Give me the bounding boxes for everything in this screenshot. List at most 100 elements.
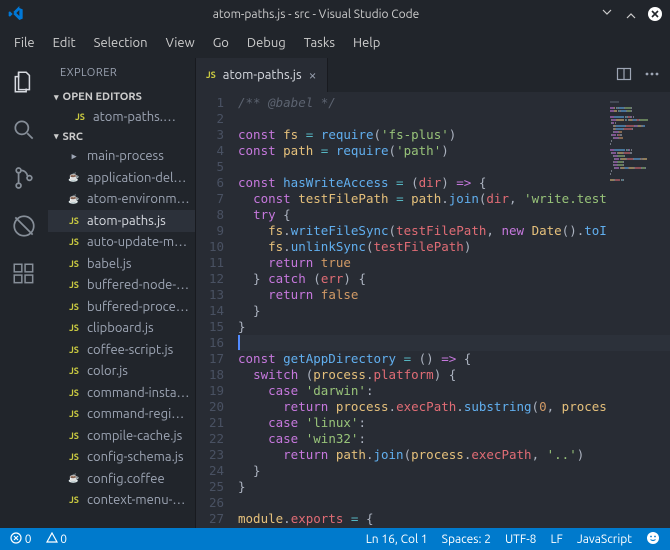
- file-label: command-insta…: [87, 386, 189, 400]
- close-button[interactable]: [648, 7, 662, 21]
- split-editor-icon[interactable]: [616, 66, 632, 85]
- file-label: babel.js: [87, 257, 132, 271]
- js-file-icon: JS: [66, 280, 82, 290]
- file-tree-item[interactable]: JS clipboard.js: [48, 318, 195, 340]
- file-label: buffered-node-…: [87, 278, 189, 292]
- file-tree-item[interactable]: JS config-schema.js: [48, 447, 195, 469]
- editor-tab[interactable]: JS atom-paths.js ×: [196, 58, 328, 92]
- file-label: atom-paths.js: [87, 214, 166, 228]
- file-label: config.coffee: [87, 472, 165, 486]
- js-file-icon: JS: [72, 112, 88, 122]
- feedback-icon[interactable]: [646, 531, 660, 548]
- file-label: application-del…: [87, 171, 186, 185]
- tab-label: atom-paths.js: [223, 68, 302, 82]
- file-label: config-schema.js: [87, 450, 184, 464]
- vscode-logo-icon: [8, 6, 24, 22]
- encoding[interactable]: UTF-8: [505, 533, 536, 546]
- menu-tasks[interactable]: Tasks: [296, 32, 343, 54]
- search-icon[interactable]: [10, 116, 38, 144]
- chevron-down-icon: ▾: [54, 131, 59, 142]
- file-label: atom-environm…: [87, 192, 190, 206]
- open-editors-section[interactable]: ▾OPEN EDITORS: [48, 88, 195, 106]
- titlebar: atom-paths.js - src - Visual Studio Code: [0, 0, 670, 28]
- sidebar: EXPLORER ▾OPEN EDITORS JS atom-paths.… ▾…: [48, 58, 196, 528]
- js-file-icon: JS: [66, 409, 82, 419]
- file-tree-item[interactable]: JS auto-update-m…: [48, 232, 195, 254]
- file-label: context-menu-…: [87, 493, 185, 507]
- language-mode[interactable]: JavaScript: [577, 533, 632, 546]
- menu-file[interactable]: File: [6, 32, 43, 54]
- menu-go[interactable]: Go: [205, 32, 237, 54]
- tab-bar: JS atom-paths.js ×: [196, 58, 670, 92]
- editor[interactable]: 1234567891011121314151617181920212223242…: [196, 92, 670, 528]
- file-label: main-process: [87, 149, 164, 163]
- js-file-icon: JS: [66, 237, 82, 247]
- explorer-icon[interactable]: [10, 68, 38, 96]
- js-file-icon: JS: [66, 323, 82, 333]
- file-label: color.js: [87, 364, 128, 378]
- js-file-icon: JS: [66, 259, 82, 269]
- file-label: compile-cache.js: [87, 429, 182, 443]
- file-tree-item[interactable]: JS coffee-script.js: [48, 339, 195, 361]
- warnings-indicator[interactable]: 0: [46, 532, 68, 546]
- source-control-icon[interactable]: [10, 164, 38, 192]
- minimize-button[interactable]: [600, 7, 614, 21]
- js-file-icon: JS: [66, 431, 82, 441]
- file-tree-item[interactable]: JS buffered-proce…: [48, 296, 195, 318]
- errors-indicator[interactable]: 0: [10, 532, 32, 546]
- js-file-icon: JS: [206, 70, 216, 80]
- debug-icon[interactable]: [10, 212, 38, 240]
- file-label: auto-update-m…: [87, 235, 187, 249]
- menu-help[interactable]: Help: [345, 32, 388, 54]
- file-tree-item[interactable]: JS buffered-node-…: [48, 275, 195, 297]
- menu-debug[interactable]: Debug: [239, 32, 294, 54]
- close-tab-icon[interactable]: ×: [309, 67, 317, 83]
- folder-icon: ▸: [66, 151, 82, 162]
- file-tree-item[interactable]: JS atom-paths.js: [48, 210, 195, 232]
- js-file-icon: JS: [66, 302, 82, 312]
- menu-view[interactable]: View: [158, 32, 203, 54]
- file-tree-item[interactable]: ▸ main-process: [48, 146, 195, 168]
- file-label: atom-paths.…: [93, 110, 176, 124]
- indentation[interactable]: Spaces: 2: [442, 533, 491, 546]
- line-numbers: 1234567891011121314151617181920212223242…: [196, 92, 238, 528]
- file-tree-item[interactable]: ☕ application-del…: [48, 167, 195, 189]
- menu-selection[interactable]: Selection: [86, 32, 156, 54]
- eol[interactable]: LF: [550, 533, 562, 546]
- file-label: clipboard.js: [87, 321, 154, 335]
- coffee-file-icon: ☕: [66, 473, 82, 484]
- more-actions-icon[interactable]: [644, 66, 660, 85]
- file-tree-item[interactable]: JScommand-insta…: [48, 382, 195, 404]
- chevron-down-icon: ▾: [54, 92, 59, 103]
- open-editor-item[interactable]: JS atom-paths.…: [48, 106, 195, 128]
- sidebar-title: EXPLORER: [48, 58, 195, 88]
- file-tree-item[interactable]: JScommand-regi…: [48, 404, 195, 426]
- minimap[interactable]: [610, 92, 670, 528]
- file-tree-item[interactable]: JS color.js: [48, 361, 195, 383]
- status-bar: 0 0 Ln 16, Col 1 Spaces: 2 UTF-8 LF Java…: [0, 528, 670, 550]
- src-section[interactable]: ▾SRC: [48, 128, 195, 146]
- file-tree-item[interactable]: JS context-menu-…: [48, 490, 195, 512]
- file-tree-item[interactable]: JS babel.js: [48, 253, 195, 275]
- js-file-icon: JS: [66, 345, 82, 355]
- js-file-icon: JS: [66, 452, 82, 462]
- file-tree-item[interactable]: ☕ atom-environm…: [48, 189, 195, 211]
- menubar: FileEditSelectionViewGoDebugTasksHelp: [0, 28, 670, 58]
- activity-bar: [0, 58, 48, 528]
- extensions-icon[interactable]: [10, 260, 38, 288]
- cursor-position[interactable]: Ln 16, Col 1: [366, 533, 428, 546]
- code-content[interactable]: /** @babel */const fs = require('fs-plus…: [238, 92, 670, 528]
- js-file-icon: JS: [66, 366, 82, 376]
- file-label: buffered-proce…: [87, 300, 189, 314]
- maximize-button[interactable]: [624, 7, 638, 21]
- editor-area: JS atom-paths.js × 123456789101112131415…: [196, 58, 670, 528]
- file-tree-item[interactable]: ☕ config.coffee: [48, 468, 195, 490]
- file-tree-item[interactable]: JS compile-cache.js: [48, 425, 195, 447]
- js-file-icon: JS: [66, 216, 82, 226]
- menu-edit[interactable]: Edit: [45, 32, 84, 54]
- coffee-file-icon: ☕: [66, 194, 82, 205]
- coffee-file-icon: ☕: [66, 172, 82, 183]
- window-title: atom-paths.js - src - Visual Studio Code: [32, 8, 600, 21]
- file-label: coffee-script.js: [87, 343, 173, 357]
- js-file-icon: JS: [66, 495, 82, 505]
